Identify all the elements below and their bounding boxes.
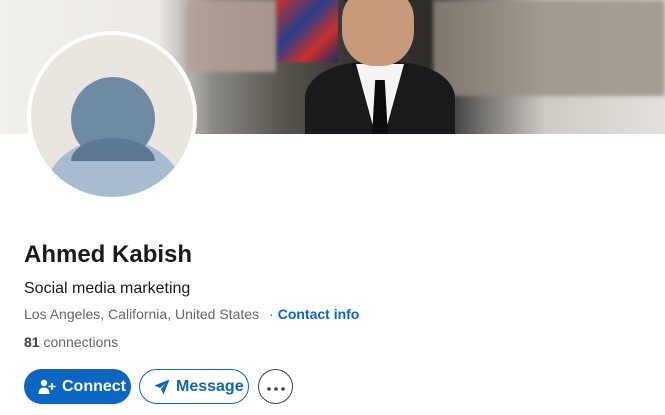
more-actions-button[interactable] — [258, 369, 293, 404]
connect-button[interactable]: Connect — [24, 369, 131, 404]
banner-blurred-face — [186, 0, 276, 72]
banner-blurred-face — [433, 0, 665, 96]
profile-headline: Social media marketing — [24, 280, 191, 297]
location-row: Los Angeles, California, United States ·… — [24, 306, 359, 322]
message-button[interactable]: Message — [139, 369, 249, 404]
message-button-label: Message — [176, 377, 244, 395]
separator-dot: · — [269, 306, 274, 322]
profile-location: Los Angeles, California, United States — [24, 306, 260, 322]
profile-actions: Connect Message — [24, 369, 293, 404]
add-person-icon — [38, 379, 56, 395]
connections-count[interactable]: 81 connections — [24, 334, 118, 350]
banner-person-head — [342, 0, 414, 66]
ellipsis-icon — [266, 379, 285, 394]
connect-button-label: Connect — [62, 377, 126, 395]
paper-plane-icon — [154, 379, 170, 395]
profile-avatar[interactable] — [27, 31, 197, 201]
connections-label: connections — [43, 334, 119, 350]
profile-name: Ahmed Kabish — [24, 241, 193, 268]
banner-painting — [276, 0, 338, 62]
contact-info-link[interactable]: Contact info — [278, 306, 360, 322]
connections-number: 81 — [24, 334, 40, 350]
